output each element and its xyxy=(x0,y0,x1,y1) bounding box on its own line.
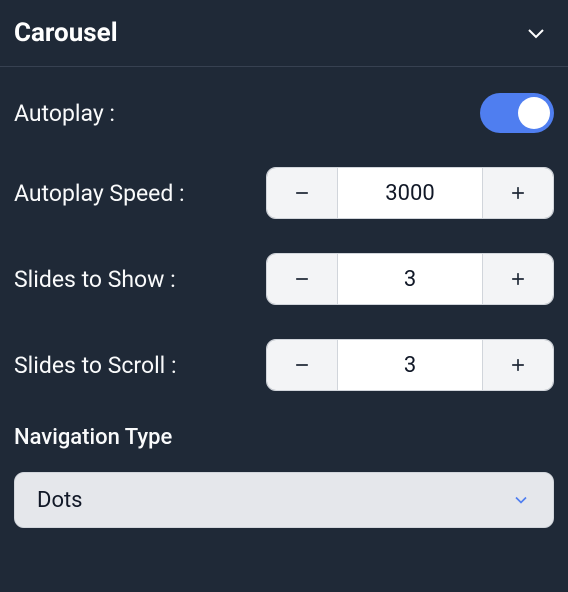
autoplay-field: Autoplay : xyxy=(14,93,554,133)
minus-icon xyxy=(292,183,312,203)
panel-body: Autoplay : Autoplay Speed : Slides to Sh… xyxy=(0,67,568,554)
autoplay-speed-input[interactable] xyxy=(337,168,483,218)
panel-header[interactable]: Carousel xyxy=(0,0,568,67)
increment-button[interactable] xyxy=(483,254,553,304)
increment-button[interactable] xyxy=(483,168,553,218)
select-value: Dots xyxy=(37,488,83,513)
increment-button[interactable] xyxy=(483,340,553,390)
navigation-type-label: Navigation Type xyxy=(14,425,554,450)
panel-title: Carousel xyxy=(14,18,118,48)
slides-to-show-input[interactable] xyxy=(337,254,483,304)
plus-icon xyxy=(508,269,528,289)
slides-to-scroll-stepper xyxy=(266,339,554,391)
slides-to-scroll-label: Slides to Scroll : xyxy=(14,352,177,379)
chevron-down-icon xyxy=(524,21,548,45)
slides-to-show-stepper xyxy=(266,253,554,305)
plus-icon xyxy=(508,183,528,203)
autoplay-label: Autoplay : xyxy=(14,100,115,127)
autoplay-speed-field: Autoplay Speed : xyxy=(14,167,554,219)
slides-to-show-field: Slides to Show : xyxy=(14,253,554,305)
decrement-button[interactable] xyxy=(267,168,337,218)
carousel-panel: Carousel Autoplay : Autoplay Speed : xyxy=(0,0,568,554)
autoplay-toggle[interactable] xyxy=(480,93,554,133)
navigation-type-select[interactable]: Dots xyxy=(14,472,554,528)
minus-icon xyxy=(292,269,312,289)
toggle-knob xyxy=(518,97,550,129)
slides-to-scroll-field: Slides to Scroll : xyxy=(14,339,554,391)
navigation-type-field: Navigation Type Dots xyxy=(14,425,554,528)
chevron-down-icon xyxy=(511,490,531,510)
autoplay-speed-stepper xyxy=(266,167,554,219)
minus-icon xyxy=(292,355,312,375)
decrement-button[interactable] xyxy=(267,254,337,304)
slides-to-show-label: Slides to Show : xyxy=(14,266,176,293)
slides-to-scroll-input[interactable] xyxy=(337,340,483,390)
autoplay-speed-label: Autoplay Speed : xyxy=(14,180,185,207)
plus-icon xyxy=(508,355,528,375)
decrement-button[interactable] xyxy=(267,340,337,390)
